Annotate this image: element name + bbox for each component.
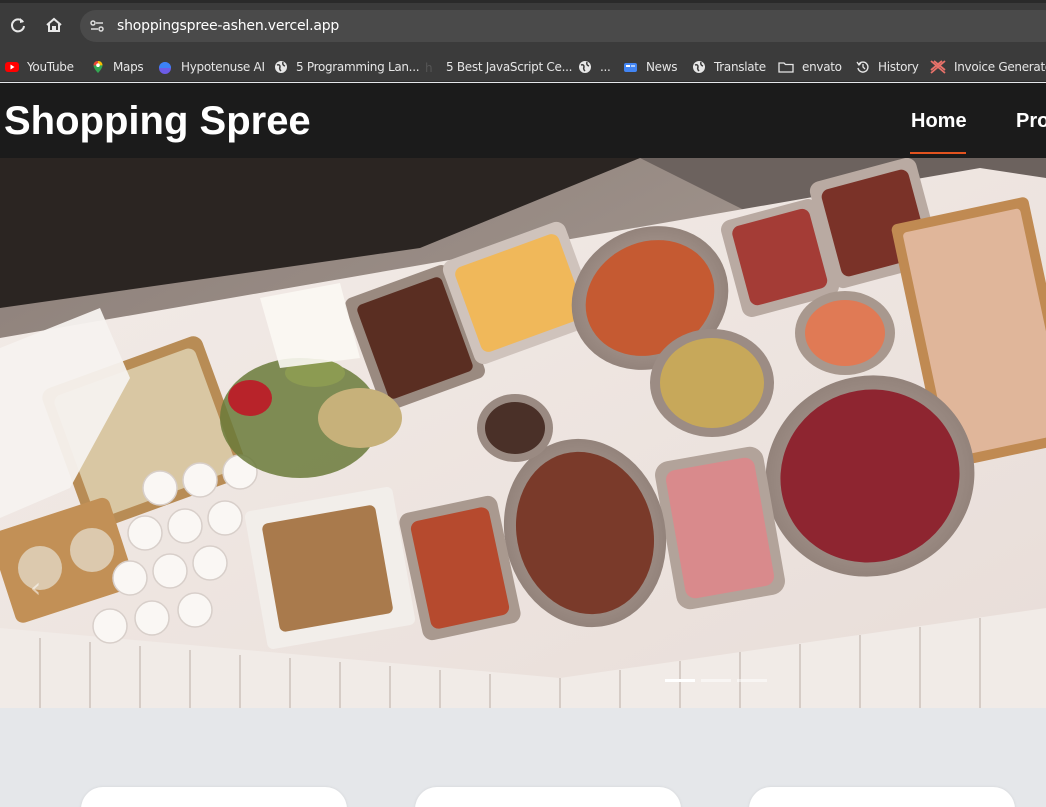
globe-icon xyxy=(274,60,288,74)
bookmark-programming[interactable]: 5 Programming Lan... xyxy=(274,52,420,81)
bookmark-label: History xyxy=(878,60,919,74)
reload-icon[interactable] xyxy=(7,14,29,36)
carousel-indicator-3[interactable] xyxy=(737,679,767,682)
bookmark-label: 5 Best JavaScript Ce... xyxy=(446,60,573,74)
bookmark-history[interactable]: History xyxy=(856,52,919,81)
bookmark-youtube[interactable]: YouTube xyxy=(5,52,74,81)
bookmark-label: Invoice Generator xyxy=(954,60,1046,74)
carousel-indicator-2[interactable] xyxy=(701,679,731,682)
bookmark-translate[interactable]: Translate xyxy=(692,52,766,81)
site-navbar: Shopping Spree Home Pro xyxy=(0,83,1046,158)
home-icon[interactable] xyxy=(43,14,65,36)
bookmark-invoice[interactable]: Invoice Generator xyxy=(930,52,1046,81)
site-info-icon[interactable] xyxy=(88,17,106,35)
bookmarks-bar: YouTube Maps Hypotenuse AI 5 Programming… xyxy=(0,52,1046,82)
hero-image-buffet xyxy=(0,158,1046,708)
globe-icon xyxy=(692,60,706,74)
bookmark-label: Hypotenuse AI xyxy=(181,60,265,74)
maps-icon xyxy=(91,60,105,74)
bookmark-envato[interactable]: envato xyxy=(778,52,842,81)
folder-icon xyxy=(778,60,794,74)
youtube-icon xyxy=(5,60,19,74)
nav-link-products[interactable]: Pro xyxy=(1016,110,1046,133)
hero-carousel: ‹ xyxy=(0,158,1046,708)
site-brand[interactable]: Shopping Spree xyxy=(4,99,311,144)
bookmark-label: ... xyxy=(600,60,611,74)
bookmark-misc[interactable]: ... xyxy=(578,52,611,81)
product-card[interactable] xyxy=(415,787,681,807)
bookmark-label: Translate xyxy=(714,60,766,74)
carousel-indicator-1[interactable] xyxy=(665,679,695,682)
url-text[interactable]: shoppingspree-ashen.vercel.app xyxy=(117,18,339,34)
globe-icon xyxy=(578,60,592,74)
bookmark-label: YouTube xyxy=(27,60,74,74)
bookmark-hypotenuse[interactable]: Hypotenuse AI xyxy=(157,52,265,81)
history-icon xyxy=(856,60,870,74)
bookmark-javascript[interactable]: h 5 Best JavaScript Ce... xyxy=(424,52,573,81)
site-icon: h xyxy=(424,60,438,75)
bookmark-news[interactable]: News xyxy=(623,52,678,81)
bookmark-label: Maps xyxy=(113,60,144,74)
product-card[interactable] xyxy=(749,787,1015,807)
bookmark-label: 5 Programming Lan... xyxy=(296,60,420,74)
svg-text:h: h xyxy=(425,61,432,74)
invoice-icon xyxy=(930,60,946,74)
tab-strip-edge xyxy=(0,0,1046,3)
nav-link-home[interactable]: Home xyxy=(911,110,967,133)
bookmark-label: News xyxy=(646,60,678,74)
browser-toolbar: shoppingspree-ashen.vercel.app xyxy=(0,0,1046,52)
bookmark-maps[interactable]: Maps xyxy=(91,52,144,81)
address-bar[interactable]: shoppingspree-ashen.vercel.app xyxy=(80,10,1046,42)
product-card[interactable] xyxy=(81,787,347,807)
carousel-prev-icon[interactable]: ‹ xyxy=(30,573,60,603)
hypotenuse-icon xyxy=(157,60,173,74)
news-icon xyxy=(623,60,638,74)
active-nav-underline xyxy=(910,152,966,154)
bookmark-label: envato xyxy=(802,60,842,74)
